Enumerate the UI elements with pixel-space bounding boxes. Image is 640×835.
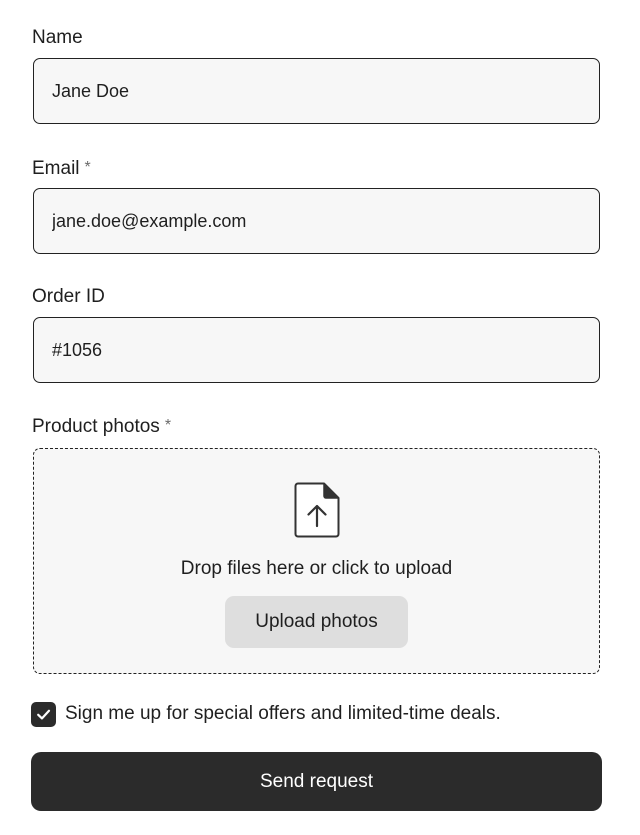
newsletter-option: Sign me up for special offers and limite… (31, 701, 501, 727)
newsletter-checkbox[interactable] (31, 701, 56, 727)
name-label: Name (32, 26, 83, 50)
email-input[interactable] (33, 188, 600, 254)
name-input[interactable] (33, 58, 600, 124)
check-icon (37, 709, 51, 719)
photo-dropzone[interactable]: Drop files here or click to upload Uploa… (33, 448, 600, 674)
email-required-mark: * (84, 159, 91, 176)
upload-photos-button[interactable]: Upload photos (225, 596, 408, 648)
contact-form: Name Email* Order ID Product photos* Dro… (0, 0, 640, 835)
product-photos-label-text: Product photos (32, 416, 160, 437)
email-label: Email * (32, 156, 91, 181)
newsletter-label[interactable]: Sign me up for special offers and limite… (65, 702, 501, 726)
dropzone-instructions: Drop files here or click to upload (180, 558, 453, 579)
email-label-text: Email (32, 158, 80, 179)
file-upload-icon (294, 482, 340, 538)
order-id-label-text: Order ID (32, 286, 105, 307)
order-id-input[interactable] (33, 317, 600, 383)
product-photos-label: Product photos * (32, 414, 171, 439)
name-label-text: Name (32, 27, 83, 48)
order-id-label: Order ID (32, 285, 105, 309)
product-photos-required-mark: * (164, 417, 172, 434)
send-request-button[interactable]: Send request (31, 752, 602, 811)
